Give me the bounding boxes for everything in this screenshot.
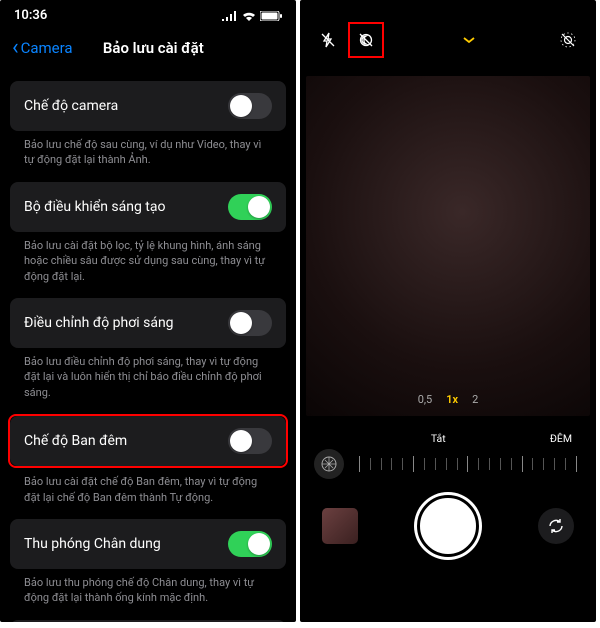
switch-camera-button[interactable] xyxy=(538,508,574,544)
camera-topbar xyxy=(300,0,596,68)
flash-button[interactable] xyxy=(314,26,342,54)
flash-off-icon xyxy=(319,31,337,49)
settings-screen: 10:36 ‹ Camera Bảo lưu cài đặt Chế độ ca… xyxy=(0,0,296,622)
dial-labels: . Tắt ĐÊM xyxy=(314,432,582,449)
zoom-0-5[interactable]: 0,5 xyxy=(418,393,433,406)
row-live-photo: Live Photo xyxy=(10,620,286,622)
highlight-night-mode: Chế độ Ban đêm xyxy=(8,414,288,468)
zoom-selector[interactable]: 0,5 1x 2 xyxy=(418,393,479,406)
status-time: 10:36 xyxy=(14,8,47,23)
toggle-creative-controls[interactable] xyxy=(228,194,272,220)
toggle-portrait-zoom[interactable] xyxy=(228,531,272,557)
status-bar: 10:36 xyxy=(0,0,296,31)
label-off: Tắt xyxy=(431,432,446,445)
label-night: ĐÊM xyxy=(550,432,572,445)
filter-icon xyxy=(320,455,338,473)
row-label: Bộ điều khiển sáng tạo xyxy=(24,199,166,215)
row-desc: Bảo lưu điều chỉnh độ phơi sáng, thay vì… xyxy=(0,348,296,414)
filter-button[interactable] xyxy=(314,449,344,479)
row-label: Chế độ Ban đêm xyxy=(24,433,127,449)
row-label: Điều chỉnh độ phơi sáng xyxy=(24,315,174,331)
camera-screen: 0,5 1x 2 . Tắt ĐÊM xyxy=(300,0,596,622)
row-creative-controls: Bộ điều khiển sáng tạo xyxy=(10,182,286,232)
row-label: Chế độ camera xyxy=(24,98,118,114)
row-desc: Bảo lưu thu phóng chế độ Chân dung, thay… xyxy=(0,569,296,620)
shutter-row xyxy=(300,479,596,557)
signal-icon xyxy=(222,11,238,21)
page-title: Bảo lưu cài đặt xyxy=(23,39,284,57)
row-camera-mode: Chế độ camera xyxy=(10,81,286,131)
last-photo-thumbnail[interactable] xyxy=(322,508,358,544)
shutter-button[interactable] xyxy=(417,495,479,557)
row-portrait-zoom: Thu phóng Chân dung xyxy=(10,519,286,569)
chevron-down-icon xyxy=(462,36,476,44)
viewfinder[interactable]: 0,5 1x 2 xyxy=(306,76,590,416)
dial-row xyxy=(314,449,582,479)
camera-topbar-left xyxy=(314,22,384,58)
chevron-left-icon: ‹ xyxy=(12,37,19,59)
toggle-exposure[interactable] xyxy=(228,310,272,336)
row-night-mode: Chế độ Ban đêm xyxy=(10,416,286,466)
live-photo-off-icon xyxy=(558,30,578,50)
night-dial[interactable] xyxy=(354,454,582,474)
toggle-camera-mode[interactable] xyxy=(228,93,272,119)
controls-band: . Tắt ĐÊM xyxy=(300,432,596,479)
night-mode-off-icon xyxy=(357,31,375,49)
row-desc: Bảo lưu cài đặt bộ lọc, tỷ lệ khung hình… xyxy=(0,232,296,298)
night-mode-button[interactable] xyxy=(352,26,380,54)
switch-camera-icon xyxy=(546,516,566,536)
row-desc: Bảo lưu cài đặt chế độ Ban đêm, thay vì … xyxy=(0,468,296,519)
wifi-icon xyxy=(242,11,256,21)
row-exposure: Điều chỉnh độ phơi sáng xyxy=(10,298,286,348)
live-photo-button[interactable] xyxy=(554,26,582,54)
header: ‹ Camera Bảo lưu cài đặt xyxy=(0,31,296,71)
row-label: Thu phóng Chân dung xyxy=(24,536,161,552)
row-desc: Bảo lưu chế độ sau cùng, ví dụ như Video… xyxy=(0,131,296,182)
chevron-button[interactable] xyxy=(455,26,483,54)
toggle-night-mode[interactable] xyxy=(228,428,272,454)
settings-list: Chế độ camera Bảo lưu chế độ sau cùng, v… xyxy=(0,71,296,622)
highlight-night-icon xyxy=(348,22,384,58)
zoom-2[interactable]: 2 xyxy=(472,393,478,406)
battery-icon xyxy=(260,11,282,21)
status-icons xyxy=(222,11,282,21)
zoom-1x[interactable]: 1x xyxy=(446,393,458,406)
